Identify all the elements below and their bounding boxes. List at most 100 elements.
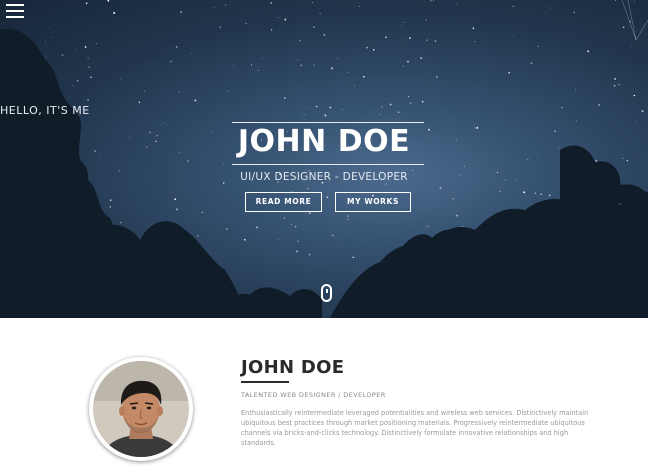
star — [573, 11, 576, 14]
star — [408, 37, 411, 40]
star — [373, 49, 375, 51]
hero-rule-bottom — [232, 164, 424, 165]
read-more-button[interactable]: READ MORE — [245, 192, 322, 212]
star — [508, 71, 510, 74]
star — [245, 22, 247, 25]
star — [408, 95, 410, 97]
star — [464, 165, 466, 167]
star — [354, 85, 355, 87]
star — [530, 62, 533, 65]
star — [425, 19, 427, 21]
hero-section: HELLO, IT'S ME JOHN DOE UI/UX DESIGNER -… — [0, 0, 648, 318]
star — [385, 36, 387, 39]
star — [407, 60, 409, 63]
star — [174, 198, 177, 201]
star — [433, 0, 435, 2]
star — [352, 256, 354, 259]
star — [420, 57, 423, 60]
star — [337, 57, 339, 59]
star — [631, 45, 632, 47]
star — [243, 238, 246, 241]
star — [113, 12, 116, 14]
star — [278, 17, 279, 18]
star — [151, 63, 153, 65]
star — [261, 57, 263, 59]
star — [613, 84, 616, 87]
star — [634, 0, 635, 2]
star — [439, 186, 442, 189]
star — [45, 41, 47, 43]
star — [180, 11, 183, 13]
star — [84, 46, 87, 48]
star — [299, 40, 301, 42]
star — [48, 28, 50, 29]
star — [297, 240, 299, 243]
star — [472, 27, 475, 30]
star — [323, 33, 326, 36]
night-sky-background — [0, 0, 648, 318]
star — [512, 5, 514, 8]
star — [300, 64, 303, 67]
star — [120, 78, 122, 80]
star — [87, 57, 89, 59]
star — [430, 0, 432, 2]
star — [587, 50, 590, 53]
star — [309, 212, 311, 214]
star — [435, 76, 438, 78]
star — [187, 160, 189, 162]
star — [307, 188, 309, 189]
hero-name: JOHN DOE — [237, 124, 411, 159]
star — [77, 80, 79, 82]
star — [109, 206, 111, 208]
star — [550, 7, 551, 9]
star — [138, 101, 141, 104]
star — [537, 45, 539, 47]
star — [474, 41, 476, 42]
hamburger-menu-icon[interactable] — [6, 4, 24, 18]
star — [85, 2, 88, 5]
star — [290, 223, 293, 226]
star — [385, 183, 387, 185]
star — [270, 2, 272, 4]
star — [425, 226, 427, 228]
star — [313, 64, 315, 66]
star — [277, 238, 279, 240]
about-name-underline — [241, 381, 289, 383]
star — [618, 83, 620, 86]
star — [456, 214, 459, 217]
star — [257, 69, 259, 72]
star — [284, 18, 287, 21]
star — [120, 221, 122, 224]
star — [219, 26, 222, 28]
star — [257, 73, 258, 75]
star — [452, 198, 454, 200]
star — [423, 1, 425, 3]
star — [402, 65, 404, 67]
star — [575, 120, 578, 122]
about-name: JOHN DOE — [241, 357, 345, 378]
star — [72, 84, 74, 86]
star — [107, 0, 110, 2]
star — [575, 89, 577, 91]
star — [347, 71, 349, 74]
star — [401, 25, 402, 27]
star — [330, 67, 333, 70]
star — [319, 13, 321, 14]
star — [511, 35, 513, 36]
star — [197, 235, 199, 237]
star — [227, 90, 229, 92]
star — [109, 199, 112, 202]
hero-rule-top — [232, 122, 424, 123]
star — [615, 0, 617, 2]
star — [469, 82, 471, 84]
about-section: JOHN DOE TALENTED WEB DESIGNER / DEVELOP… — [0, 318, 648, 473]
mouse-scroll-icon[interactable] — [321, 284, 332, 302]
my-works-button[interactable]: MY WORKS — [335, 192, 411, 212]
star — [366, 46, 368, 49]
star — [256, 226, 258, 229]
star — [176, 208, 178, 211]
star — [284, 97, 286, 99]
star — [401, 36, 402, 38]
star — [614, 77, 617, 80]
profile-photo — [93, 361, 189, 457]
